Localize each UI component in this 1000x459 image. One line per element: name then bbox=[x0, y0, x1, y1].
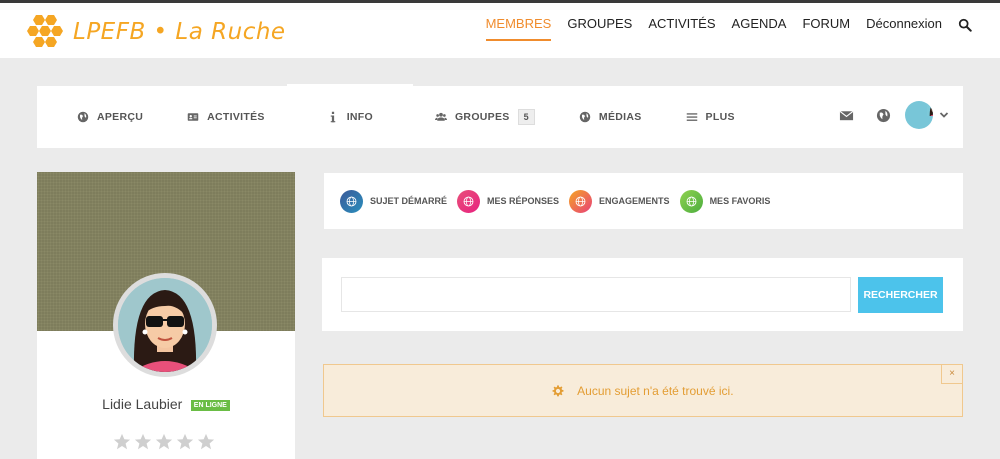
menu-icon bbox=[686, 113, 697, 121]
gear-icon bbox=[552, 385, 564, 397]
chevron-down-icon[interactable] bbox=[939, 110, 949, 120]
site-logo[interactable]: LPEFB • La Ruche bbox=[25, 13, 286, 51]
globe-icon bbox=[340, 189, 363, 213]
filter-mes-favoris[interactable]: MES FAVORIS bbox=[679, 189, 771, 213]
tab-label: GROUPES bbox=[454, 111, 510, 123]
nav-membres[interactable]: MEMBRES bbox=[485, 16, 552, 41]
filter-label: MES RÉPONSES bbox=[487, 196, 560, 206]
star-icon[interactable] bbox=[176, 433, 194, 451]
profile-nav-actions bbox=[817, 101, 949, 129]
filter-engagements[interactable]: ENGAGEMENTS bbox=[569, 189, 670, 213]
profile-avatar bbox=[113, 273, 217, 377]
tab-info[interactable]: INFO bbox=[286, 86, 413, 148]
globe-icon bbox=[77, 111, 89, 123]
star-icon[interactable] bbox=[134, 433, 152, 451]
id-card-icon bbox=[187, 113, 199, 121]
tab-activites[interactable]: ACTIVITÉS bbox=[165, 86, 287, 148]
notice-message: Aucun sujet n'a été trouvé ici. bbox=[324, 384, 962, 398]
filter-mes-reponses[interactable]: MES RÉPONSES bbox=[457, 189, 560, 213]
nav-activites[interactable]: ACTIVITÉS bbox=[648, 16, 715, 41]
nav-agenda[interactable]: AGENDA bbox=[732, 16, 787, 41]
tab-label: APERÇU bbox=[97, 111, 144, 123]
tab-plus[interactable]: PLUS bbox=[664, 86, 757, 148]
star-icon[interactable] bbox=[155, 433, 173, 451]
search-input[interactable] bbox=[341, 277, 851, 312]
rating-stars[interactable] bbox=[113, 433, 218, 451]
envelope-icon[interactable] bbox=[839, 108, 854, 123]
nav-forum[interactable]: FORUM bbox=[802, 16, 850, 41]
forum-search-panel: RECHERCHER bbox=[322, 258, 963, 331]
user-avatar[interactable] bbox=[905, 101, 933, 129]
main-navigation: MEMBRES GROUPES ACTIVITÉS AGENDA FORUM D… bbox=[470, 16, 972, 41]
tab-label: INFO bbox=[346, 111, 373, 123]
filter-sujet-demarre[interactable]: SUJET DÉMARRÉ bbox=[340, 189, 448, 213]
globe-icon[interactable] bbox=[876, 108, 891, 123]
honeycomb-logo-icon bbox=[27, 15, 63, 47]
nav-groupes[interactable]: GROUPES bbox=[567, 16, 632, 41]
search-icon[interactable] bbox=[958, 18, 972, 32]
globe-icon bbox=[679, 189, 703, 213]
filter-label: SUJET DÉMARRÉ bbox=[370, 196, 448, 206]
notice-text: Aucun sujet n'a été trouvé ici. bbox=[577, 384, 734, 398]
tab-apercu[interactable]: APERÇU bbox=[37, 86, 165, 148]
search-button[interactable]: RECHERCHER bbox=[858, 277, 943, 313]
nav-deconnexion[interactable]: Déconnexion bbox=[866, 16, 942, 41]
close-icon[interactable]: × bbox=[941, 364, 963, 384]
star-icon[interactable] bbox=[113, 433, 131, 451]
info-icon bbox=[330, 111, 335, 123]
star-icon[interactable] bbox=[197, 433, 215, 451]
tab-label: ACTIVITÉS bbox=[207, 111, 265, 123]
tab-label: MÉDIAS bbox=[598, 111, 642, 123]
tab-medias[interactable]: MÉDIAS bbox=[557, 86, 664, 148]
filter-label: MES FAVORIS bbox=[709, 196, 771, 206]
users-icon bbox=[434, 112, 447, 121]
info-notice: Aucun sujet n'a été trouvé ici. × bbox=[323, 364, 963, 417]
user-name: Lidie Laubier bbox=[102, 396, 183, 412]
top-header: LPEFB • La Ruche MEMBRES GROUPES ACTIVIT… bbox=[0, 0, 1000, 58]
user-identity: Lidie Laubier EN LIGNE bbox=[37, 396, 295, 414]
tab-label: PLUS bbox=[705, 111, 735, 123]
globe-icon bbox=[579, 111, 591, 123]
tab-groupes[interactable]: GROUPES 5 bbox=[413, 86, 557, 148]
profile-navigation: APERÇU ACTIVITÉS INFO GROUPES 5 MÉDIAS P… bbox=[37, 86, 963, 148]
globe-icon bbox=[457, 189, 481, 213]
online-status-badge: EN LIGNE bbox=[190, 400, 230, 411]
forum-subnav: SUJET DÉMARRÉ MES RÉPONSES ENGAGEMENTS M… bbox=[324, 173, 963, 229]
filter-label: ENGAGEMENTS bbox=[599, 196, 670, 206]
globe-icon bbox=[569, 189, 593, 213]
groups-count-badge: 5 bbox=[517, 109, 535, 125]
logo-text: LPEFB • La Ruche bbox=[73, 19, 286, 45]
